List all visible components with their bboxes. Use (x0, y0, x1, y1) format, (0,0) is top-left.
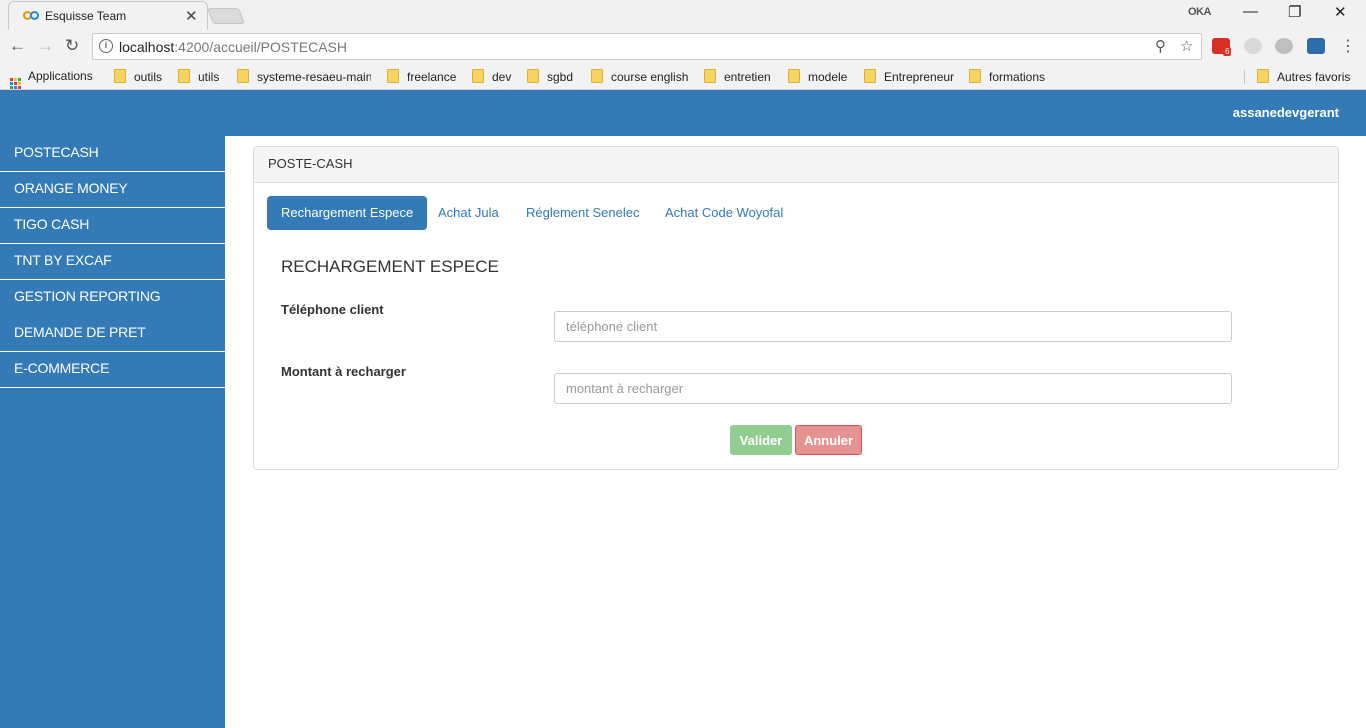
amount-input[interactable] (554, 373, 1232, 404)
sidebar-item-demande-de-pret[interactable]: DEMANDE DE PRET (0, 316, 225, 352)
bookmark-folder[interactable]: sgbd (527, 69, 573, 84)
tab-close-icon[interactable]: ✕ (185, 7, 198, 25)
cancel-button[interactable]: Annuler (795, 425, 862, 455)
bookmark-folder[interactable]: modele (788, 69, 847, 84)
menu-icon[interactable]: ⋮ (1340, 36, 1356, 56)
restore-button[interactable]: ❐ (1288, 3, 1301, 21)
phone-input[interactable] (554, 311, 1232, 342)
bookmark-applications[interactable]: Applications (10, 69, 93, 89)
reload-icon[interactable]: ↻ (65, 36, 79, 56)
browser-titlebar: Esquisse Team ✕ OKA — ❐ ✕ (0, 0, 1366, 30)
browser-tab-active[interactable]: Esquisse Team ✕ (8, 1, 208, 30)
phone-label: Téléphone client (281, 302, 384, 317)
folder-icon (591, 69, 603, 83)
bookmark-separator (1244, 70, 1245, 84)
folder-icon (114, 69, 126, 83)
folder-icon (969, 69, 981, 83)
extension-icon[interactable] (1244, 38, 1262, 54)
sidebar-item-postecash[interactable]: POSTECASH (0, 136, 225, 172)
bookmark-folder[interactable]: utils (178, 69, 219, 84)
star-icon[interactable]: ☆ (1180, 37, 1193, 55)
url-text: localhost:4200/accueil/POSTECASH (119, 39, 348, 55)
bookmark-folder[interactable]: entretien (704, 69, 771, 84)
gmail-icon[interactable]: 6 (1212, 38, 1232, 56)
folder-icon (788, 69, 800, 83)
sidebar-item-gestion-reporting[interactable]: GESTION REPORTING (0, 280, 225, 316)
folder-icon (387, 69, 399, 83)
profile-badge[interactable]: OKA (1188, 6, 1211, 18)
new-tab-button[interactable] (207, 8, 245, 24)
apps-grid-icon (10, 78, 21, 89)
tab-achat-code-woyofal[interactable]: Achat Code Woyofal (651, 196, 797, 230)
bookmark-other[interactable]: Autres favoris (1257, 69, 1350, 84)
bookmark-folder[interactable]: freelance (387, 69, 456, 84)
submit-button[interactable]: Valider (730, 425, 792, 455)
sidebar-item-orange-money[interactable]: ORANGE MONEY (0, 172, 225, 208)
tab-reglement-senelec[interactable]: Réglement Senelec (512, 196, 653, 230)
bookmark-folder[interactable]: formations (969, 69, 1045, 84)
info-icon[interactable]: i (99, 39, 113, 53)
folder-icon (527, 69, 539, 83)
sidebar-item-tigo-cash[interactable]: TIGO CASH (0, 208, 225, 244)
bookmark-folder[interactable]: Entrepreneur (864, 69, 954, 84)
postecash-panel: POSTE-CASH Rechargement Espece Achat Jul… (253, 146, 1339, 470)
folder-icon (704, 69, 716, 83)
site-favicon-icon (23, 11, 41, 21)
bookmark-folder[interactable]: course english (591, 69, 688, 84)
bookmark-folder[interactable]: dev (472, 69, 511, 84)
folder-icon (237, 69, 249, 83)
bookmarks-bar: Applications outils utils systeme-resaeu… (0, 64, 1366, 90)
zoom-icon[interactable]: ⚲ (1155, 37, 1166, 55)
bookmark-folder[interactable]: systeme-resaeu-main (237, 69, 371, 84)
window-close-button[interactable]: ✕ (1334, 3, 1347, 21)
forward-arrow-icon[interactable]: → (37, 36, 54, 56)
minimize-button[interactable]: — (1243, 3, 1258, 20)
browser-navbar: ← → ↻ i localhost:4200/accueil/POSTECASH… (0, 30, 1366, 64)
folder-icon (178, 69, 190, 83)
folder-icon (472, 69, 484, 83)
folder-icon (864, 69, 876, 83)
app-header: assanedevgerant (0, 90, 1366, 136)
bookmark-folder[interactable]: outils (114, 69, 162, 84)
extension-c-icon[interactable] (1307, 38, 1325, 54)
form-title: RECHARGEMENT ESPECE (281, 257, 499, 276)
sidebar-item-tnt-by-excaf[interactable]: TNT BY EXCAF (0, 244, 225, 280)
username-label[interactable]: assanedevgerant (1233, 105, 1339, 120)
tab-achat-jula[interactable]: Achat Jula (424, 196, 513, 230)
back-arrow-icon[interactable]: ← (9, 36, 26, 56)
amount-label: Montant à recharger (281, 364, 406, 379)
folder-icon (1257, 69, 1269, 83)
sidebar: POSTECASH ORANGE MONEY TIGO CASH TNT BY … (0, 136, 225, 728)
skype-icon[interactable] (1275, 38, 1293, 54)
tab-rechargement-espece[interactable]: Rechargement Espece (267, 196, 428, 230)
address-bar[interactable]: i localhost:4200/accueil/POSTECASH ⚲ ☆ (92, 33, 1202, 60)
sidebar-item-e-commerce[interactable]: E-COMMERCE (0, 352, 225, 388)
panel-heading: POSTE-CASH (254, 147, 1338, 183)
tab-title: Esquisse Team (45, 9, 127, 23)
